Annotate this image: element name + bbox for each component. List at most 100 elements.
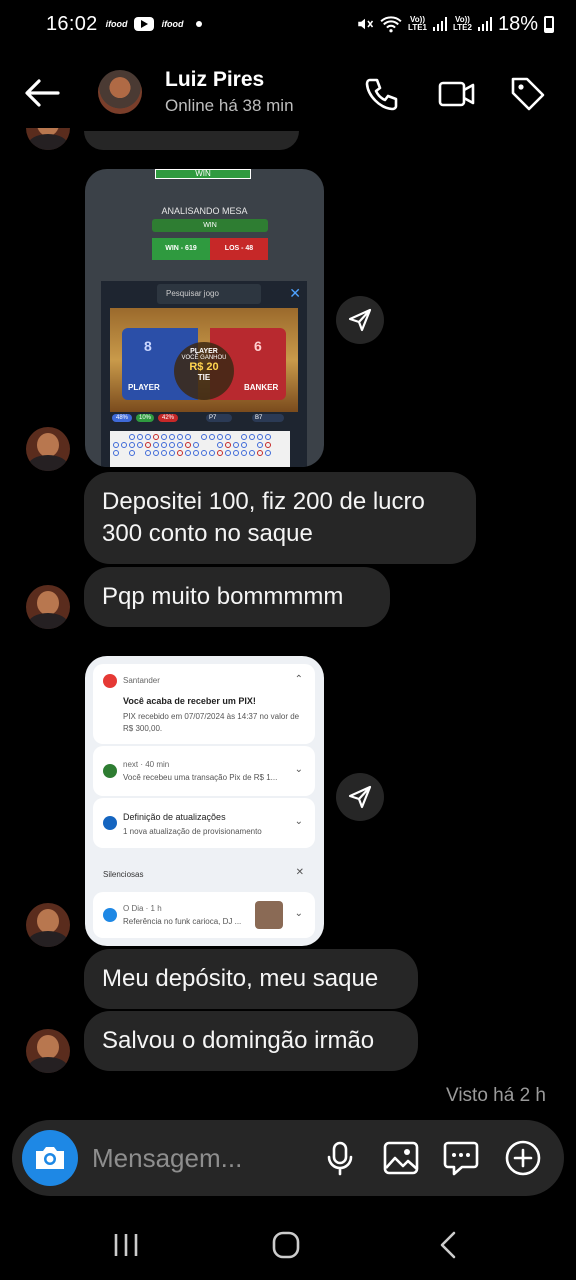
bead-marker	[201, 434, 207, 440]
game-screenshot-image[interactable]: WIN ANALISANDO MESA WIN WIN - 619 LOS - …	[85, 169, 324, 467]
bead-marker	[185, 434, 191, 440]
bead-marker	[217, 434, 223, 440]
bead-marker	[209, 434, 215, 440]
message-bubble[interactable]: Pqp muito bommmmm	[84, 567, 390, 627]
plus-icon[interactable]	[504, 1139, 542, 1177]
bead-marker	[137, 434, 143, 440]
message-bubble[interactable]: Depositei 100, fiz 200 de lucro 300 cont…	[84, 472, 476, 564]
chevron-down-icon: ⌄	[295, 908, 303, 919]
bead-marker	[121, 442, 127, 448]
news-thumbnail	[255, 901, 283, 929]
status-bar: 16:02 ifood ifood Vo)) LTE1 Vo)) LTE2 18…	[0, 0, 576, 48]
bead-marker	[129, 442, 135, 448]
bead-marker	[169, 434, 175, 440]
tag-icon[interactable]	[508, 74, 548, 114]
message-bubble[interactable]: Meu depósito, meu saque	[84, 949, 418, 1009]
silent-section-label: Silenciosas	[103, 869, 143, 881]
bead-marker	[265, 450, 271, 456]
sim2-label: Vo)) LTE2	[453, 16, 472, 32]
image-icon[interactable]	[382, 1139, 420, 1177]
contact-avatar-small	[26, 903, 70, 947]
send-icon	[347, 307, 373, 333]
bead-marker	[145, 442, 151, 448]
bead-marker	[177, 434, 183, 440]
bead-marker	[241, 434, 247, 440]
update-notification: Definição de atualizações 1 nova atualiz…	[93, 798, 315, 848]
odia-notification: O Dia · 1 h Referência no funk carioca, …	[93, 892, 315, 938]
odia-logo-icon	[103, 908, 117, 922]
video-icon[interactable]	[436, 74, 476, 114]
bead-marker	[145, 450, 151, 456]
win-center-badge: PLAYER VOCÊ GANHOU R$ 20 TIE	[174, 342, 234, 400]
bead-marker	[137, 442, 143, 448]
system-navigation-bar	[0, 1210, 576, 1280]
contact-avatar[interactable]	[98, 70, 142, 114]
bead-marker	[249, 450, 255, 456]
update-logo-icon	[103, 816, 117, 830]
bead-marker	[241, 442, 247, 448]
santander-logo-icon	[103, 674, 117, 688]
stat-banker: 42%	[158, 414, 178, 422]
microphone-icon[interactable]	[321, 1139, 359, 1177]
bead-marker	[185, 442, 191, 448]
wifi-icon	[380, 15, 402, 33]
bead-marker	[257, 434, 263, 440]
banker-label: BANKER	[244, 383, 278, 392]
win-result-bar: WIN	[152, 219, 268, 232]
bead-marker	[193, 450, 199, 456]
notification-screenshot-image[interactable]: Santander ⌃ Você acaba de receber um PIX…	[85, 656, 324, 946]
camera-button[interactable]	[22, 1130, 78, 1186]
message-text: Meu depósito, meu saque	[102, 965, 378, 992]
status-right: Vo)) LTE1 Vo)) LTE2 18%	[356, 13, 554, 36]
next-notification: next · 40 min Você recebeu uma transação…	[93, 746, 315, 796]
contact-avatar-small	[26, 427, 70, 471]
bead-marker	[225, 434, 231, 440]
recent-apps-icon[interactable]	[106, 1228, 146, 1262]
baccarat-table: 8 PLAYER 6 BANKER PLAYER VOCÊ GANHOU R$ …	[110, 308, 298, 412]
bead-marker	[177, 450, 183, 456]
stat-p7: P7	[206, 414, 232, 422]
bead-marker	[129, 434, 135, 440]
youtube-notification-icon	[134, 17, 154, 31]
message-input[interactable]	[92, 1140, 312, 1176]
phone-icon[interactable]	[362, 74, 402, 114]
bead-marker	[161, 434, 167, 440]
contact-name[interactable]: Luiz Pires	[165, 68, 264, 92]
back-nav-icon[interactable]	[428, 1228, 468, 1262]
bead-marker	[153, 434, 159, 440]
chevron-down-icon: ⌄	[295, 764, 303, 775]
more-notifications-dot	[196, 21, 202, 27]
chevron-up-icon: ⌃	[295, 674, 303, 685]
bead-marker	[201, 450, 207, 456]
share-button[interactable]	[336, 773, 384, 821]
message-text: Pqp muito bommmmm	[102, 583, 343, 610]
message-text: Salvou o domingão irmão	[102, 1027, 374, 1054]
odia-app-label: O Dia · 1 h	[123, 904, 162, 913]
center-player-label: PLAYER	[174, 348, 234, 355]
bead-marker	[249, 434, 255, 440]
bead-marker	[225, 450, 231, 456]
message-composer	[12, 1120, 564, 1196]
bead-marker	[145, 434, 151, 440]
signal-bars-icon	[433, 17, 447, 31]
bead-marker	[113, 450, 119, 456]
message-text: Depositei 100, fiz 200 de lucro 300 cont…	[102, 488, 425, 547]
mute-icon	[356, 15, 374, 33]
share-button[interactable]	[336, 296, 384, 344]
bead-marker	[257, 442, 263, 448]
game-search-field: Pesquisar jogo	[157, 284, 261, 304]
message-bubble[interactable]: Salvou o domingão irmão	[84, 1011, 418, 1071]
close-icon: ✕	[289, 285, 301, 302]
home-icon[interactable]	[266, 1228, 306, 1262]
bead-marker	[217, 442, 223, 448]
loss-count: LOS - 48	[210, 238, 268, 260]
contact-avatar-small	[26, 585, 70, 629]
signal-bars-icon-2	[478, 17, 492, 31]
stat-player: 48%	[112, 414, 132, 422]
arrow-left-icon[interactable]	[22, 76, 62, 110]
chat-bubble-icon[interactable]	[442, 1139, 480, 1177]
bead-marker	[169, 450, 175, 456]
bead-marker	[161, 442, 167, 448]
bead-marker	[265, 442, 271, 448]
bead-marker	[113, 442, 119, 448]
